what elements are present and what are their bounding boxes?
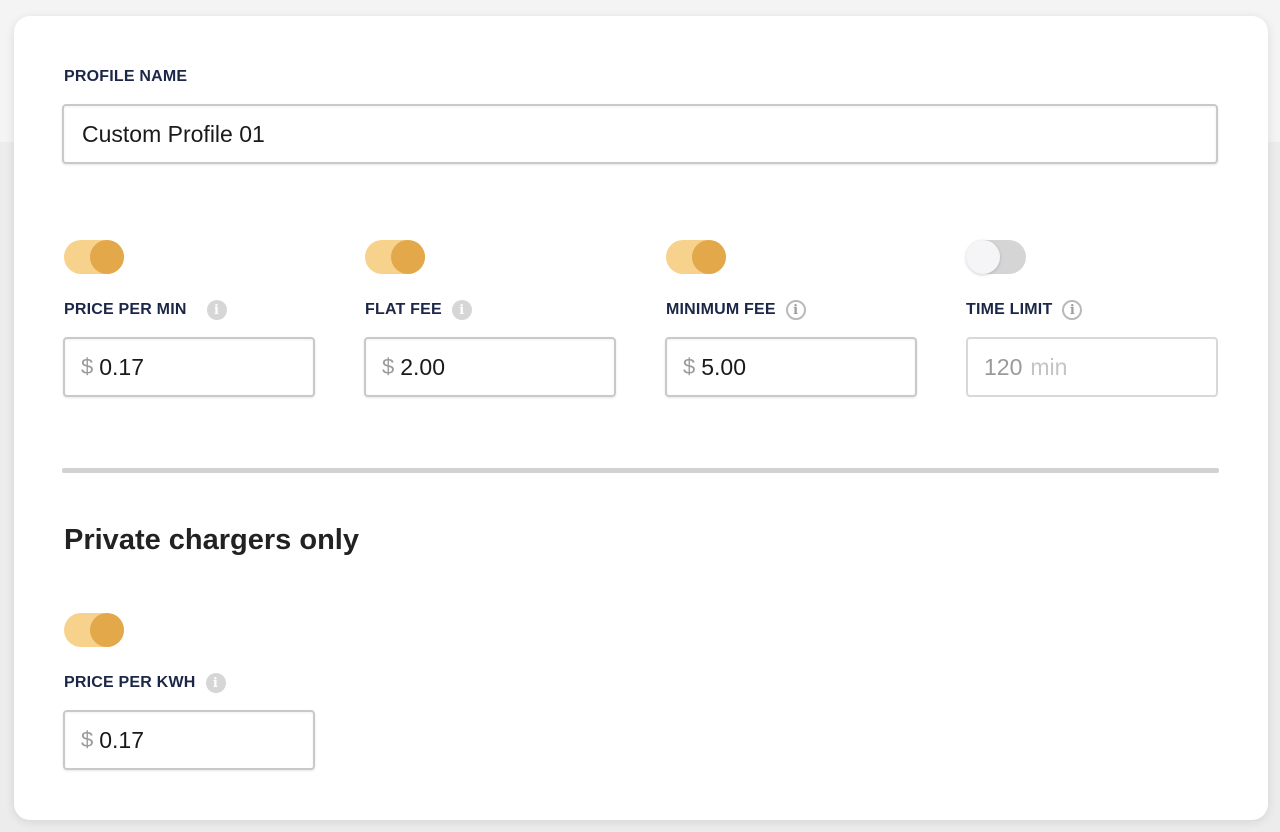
section-title: Private chargers only: [64, 524, 359, 556]
currency-prefix: $: [81, 354, 94, 379]
currency-prefix: $: [683, 354, 696, 379]
section-divider: [62, 468, 1219, 473]
time-limit-input[interactable]: 120 min: [966, 337, 1218, 397]
info-icon[interactable]: i: [205, 673, 226, 693]
toggle-knob: [966, 240, 1000, 274]
minimum-fee-value: 5.00: [701, 353, 747, 380]
price-per-kwh-value: 0.17: [99, 726, 145, 753]
info-icon[interactable]: i: [1062, 300, 1083, 320]
flat-fee-label: FLAT FEE i: [365, 300, 472, 320]
time-limit-label: TIME LIMIT i: [966, 300, 1083, 320]
toggle-knob: [692, 240, 726, 274]
info-icon[interactable]: i: [451, 300, 472, 320]
price-per-kwh-input[interactable]: $ 0.17: [63, 710, 315, 770]
profile-name-label: PROFILE NAME: [64, 68, 188, 85]
currency-prefix: $: [81, 727, 94, 752]
toggle-knob: [90, 613, 124, 647]
currency-prefix: $: [382, 354, 395, 379]
price-per-kwh-toggle[interactable]: [64, 613, 124, 647]
time-unit-suffix: min: [1030, 353, 1068, 380]
profile-name-value: Custom Profile 01: [82, 120, 265, 147]
time-limit-toggle[interactable]: [966, 240, 1026, 274]
minimum-fee-toggle[interactable]: [666, 240, 726, 274]
price-per-min-label: PRICE PER MIN i: [64, 300, 227, 320]
info-icon[interactable]: i: [785, 300, 806, 320]
price-per-min-toggle[interactable]: [64, 240, 124, 274]
flat-fee-toggle[interactable]: [365, 240, 425, 274]
flat-fee-value: 2.00: [400, 353, 446, 380]
profile-name-input[interactable]: Custom Profile 01: [62, 104, 1218, 164]
minimum-fee-label: MINIMUM FEE i: [666, 300, 806, 320]
toggle-knob: [391, 240, 425, 274]
time-limit-value: 120: [984, 353, 1023, 380]
flat-fee-input[interactable]: $ 2.00: [364, 337, 616, 397]
info-icon[interactable]: i: [206, 300, 227, 320]
price-per-min-input[interactable]: $ 0.17: [63, 337, 315, 397]
minimum-fee-input[interactable]: $ 5.00: [665, 337, 917, 397]
price-per-min-value: 0.17: [99, 353, 145, 380]
price-per-kwh-label: PRICE PER KWH i: [64, 673, 226, 693]
toggle-knob: [90, 240, 124, 274]
